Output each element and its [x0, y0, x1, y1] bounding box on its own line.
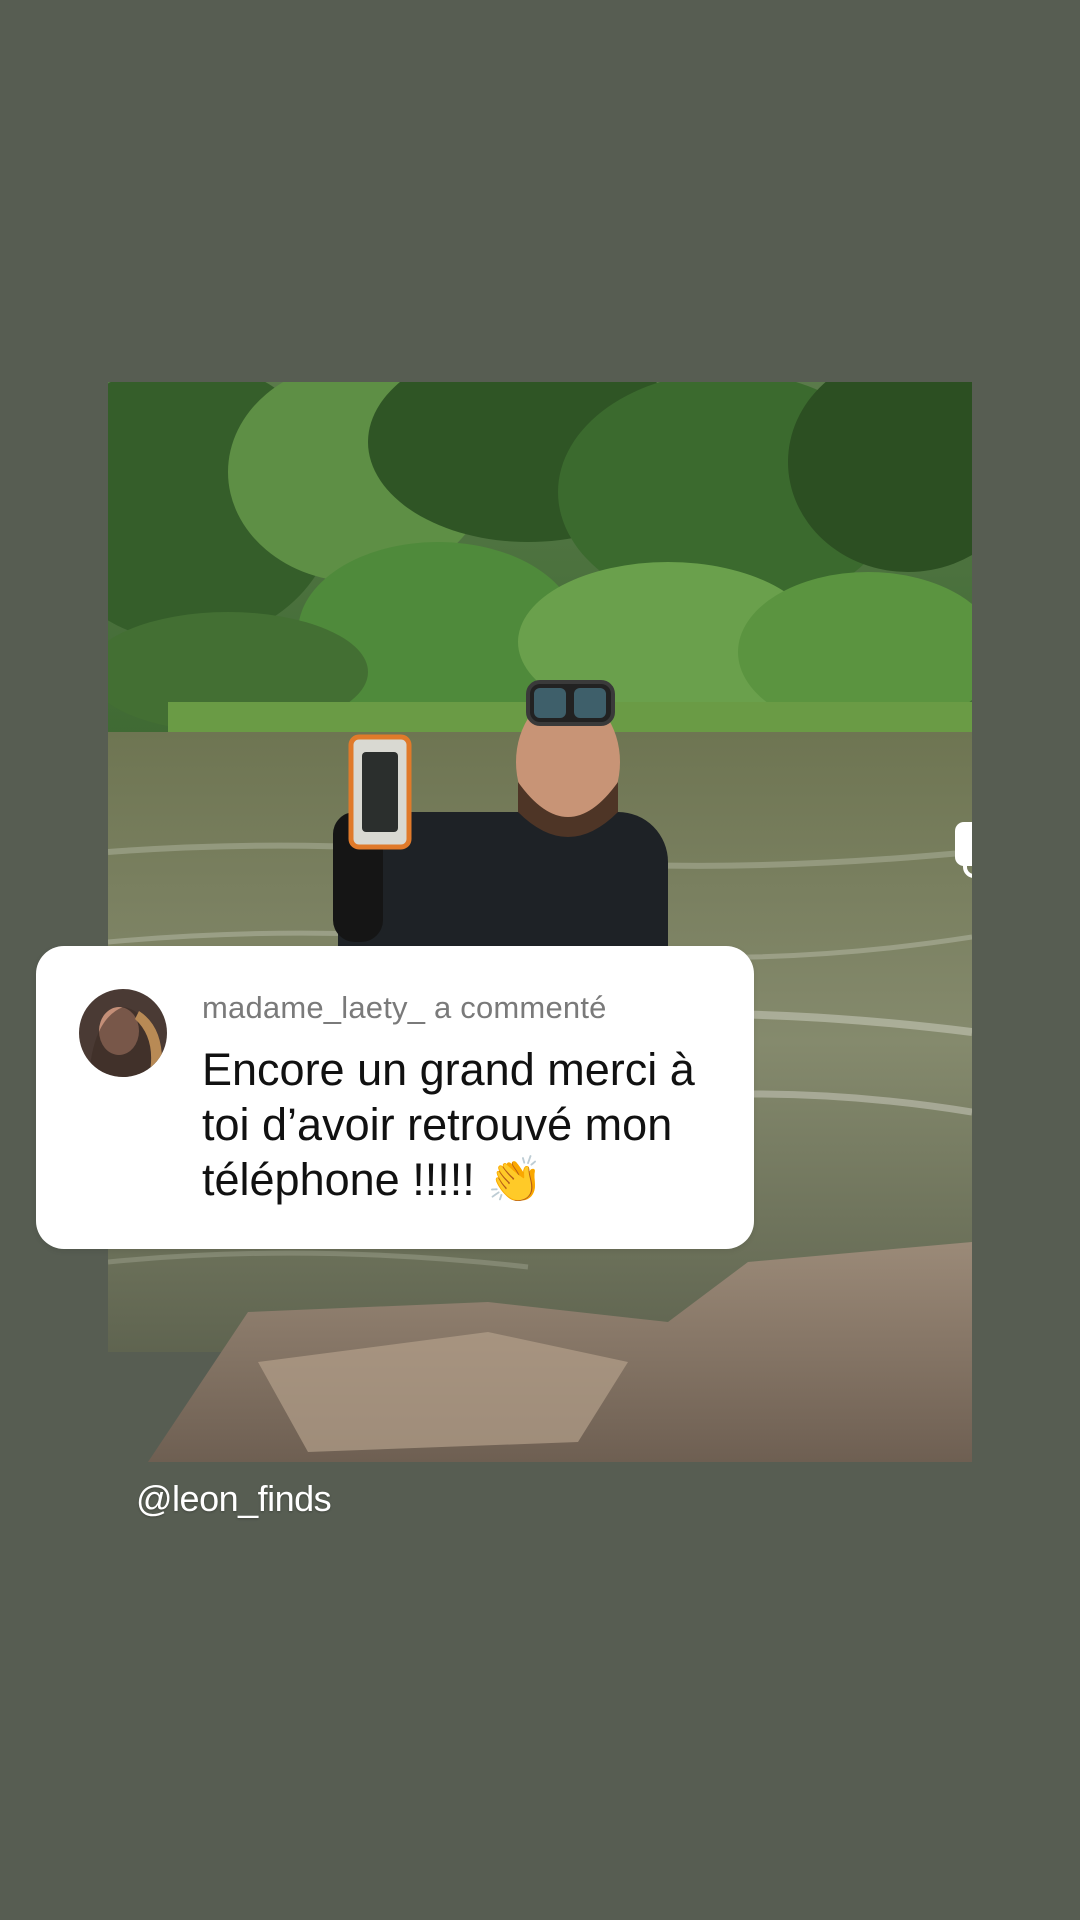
comment-text: Encore un grand merci à toi d’avoir retr… — [202, 1044, 695, 1205]
comment-username[interactable]: madame_laety_ — [202, 990, 425, 1025]
post-photo[interactable] — [108, 382, 972, 1462]
comment-action: a commenté — [434, 990, 607, 1025]
post-author-handle[interactable]: @leon_finds — [136, 1478, 332, 1520]
comment-header: madame_laety_ a commenté — [202, 990, 607, 1026]
carousel-icon — [955, 822, 972, 878]
comment-card[interactable]: madame_laety_ a commenté Encore un grand… — [36, 946, 754, 1249]
river-diver-photo — [108, 382, 972, 1462]
avatar — [79, 989, 167, 1077]
